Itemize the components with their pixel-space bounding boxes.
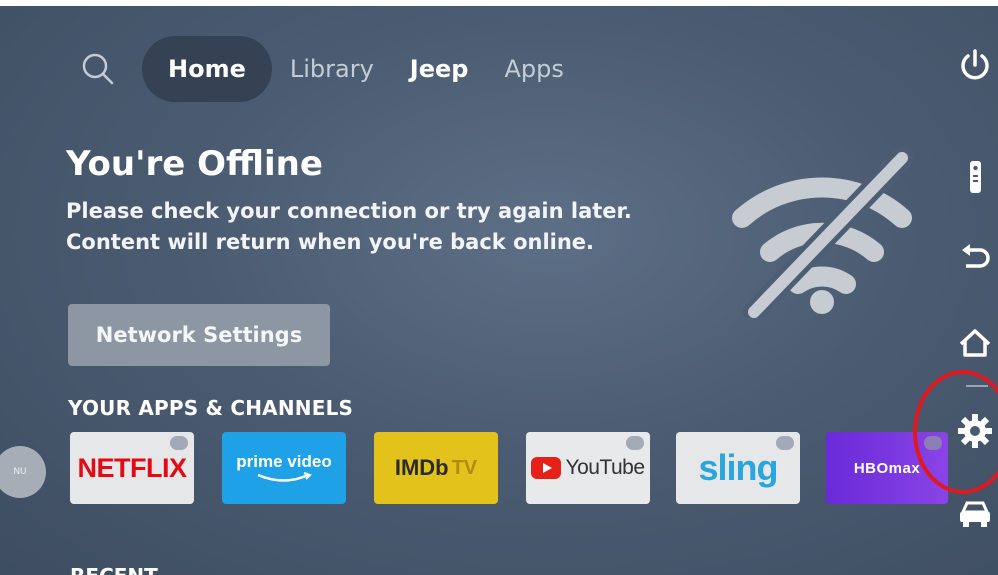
- apps-section-title: YOUR APPS & CHANNELS: [68, 396, 354, 420]
- youtube-tile[interactable]: YouTube: [526, 432, 650, 504]
- tab-apps[interactable]: Apps: [486, 36, 581, 102]
- imdb-tv-tile[interactable]: IMDb TV: [374, 432, 498, 504]
- sling-tile[interactable]: sling: [676, 432, 800, 504]
- netflix-logo: NETFLIX: [77, 452, 188, 483]
- tab-jeep[interactable]: Jeep: [392, 36, 487, 102]
- back-icon[interactable]: [956, 238, 994, 276]
- network-settings-button[interactable]: Network Settings: [68, 304, 330, 366]
- power-icon[interactable]: [956, 46, 994, 84]
- offline-message-line1: Please check your connection or try agai…: [66, 199, 632, 223]
- cloud-icon: [170, 436, 188, 450]
- sling-logo: sling: [698, 447, 778, 488]
- imdb-tv-suffix: TV: [451, 456, 478, 479]
- hbomax-logo: HBOmax: [853, 459, 921, 477]
- offline-title: You're Offline: [66, 144, 323, 184]
- youtube-logo: YouTube: [565, 456, 645, 479]
- recent-section-title: RECENT: [70, 564, 158, 575]
- home-icon[interactable]: [956, 324, 994, 362]
- netflix-tile[interactable]: NETFLIX: [70, 432, 194, 504]
- offline-message-line2: Content will return when you're back onl…: [66, 230, 595, 254]
- cloud-icon: [626, 436, 644, 450]
- top-nav: Home Library Jeep Apps: [78, 34, 582, 104]
- tv-screen: Home Library Jeep Apps You're Offline Pl…: [0, 6, 998, 575]
- remote-icon[interactable]: [956, 158, 994, 196]
- wifi-off-icon: [732, 147, 913, 318]
- prime-video-tile[interactable]: prime video: [222, 432, 346, 504]
- prime-video-logo: prime video: [236, 452, 332, 471]
- prime-smile-icon: [257, 472, 312, 482]
- cloud-icon: [776, 436, 794, 450]
- youtube-play-icon: [531, 457, 562, 479]
- car-icon[interactable]: [956, 494, 994, 532]
- search-icon[interactable]: [78, 49, 118, 89]
- tab-library[interactable]: Library: [272, 36, 392, 102]
- offline-message: Please check your connection or try agai…: [66, 196, 632, 258]
- apps-row: NETFLIX prime video IMDb TV YouTube slin…: [0, 432, 998, 512]
- imdb-logo: IMDb: [394, 455, 449, 480]
- tab-home[interactable]: Home: [142, 36, 272, 102]
